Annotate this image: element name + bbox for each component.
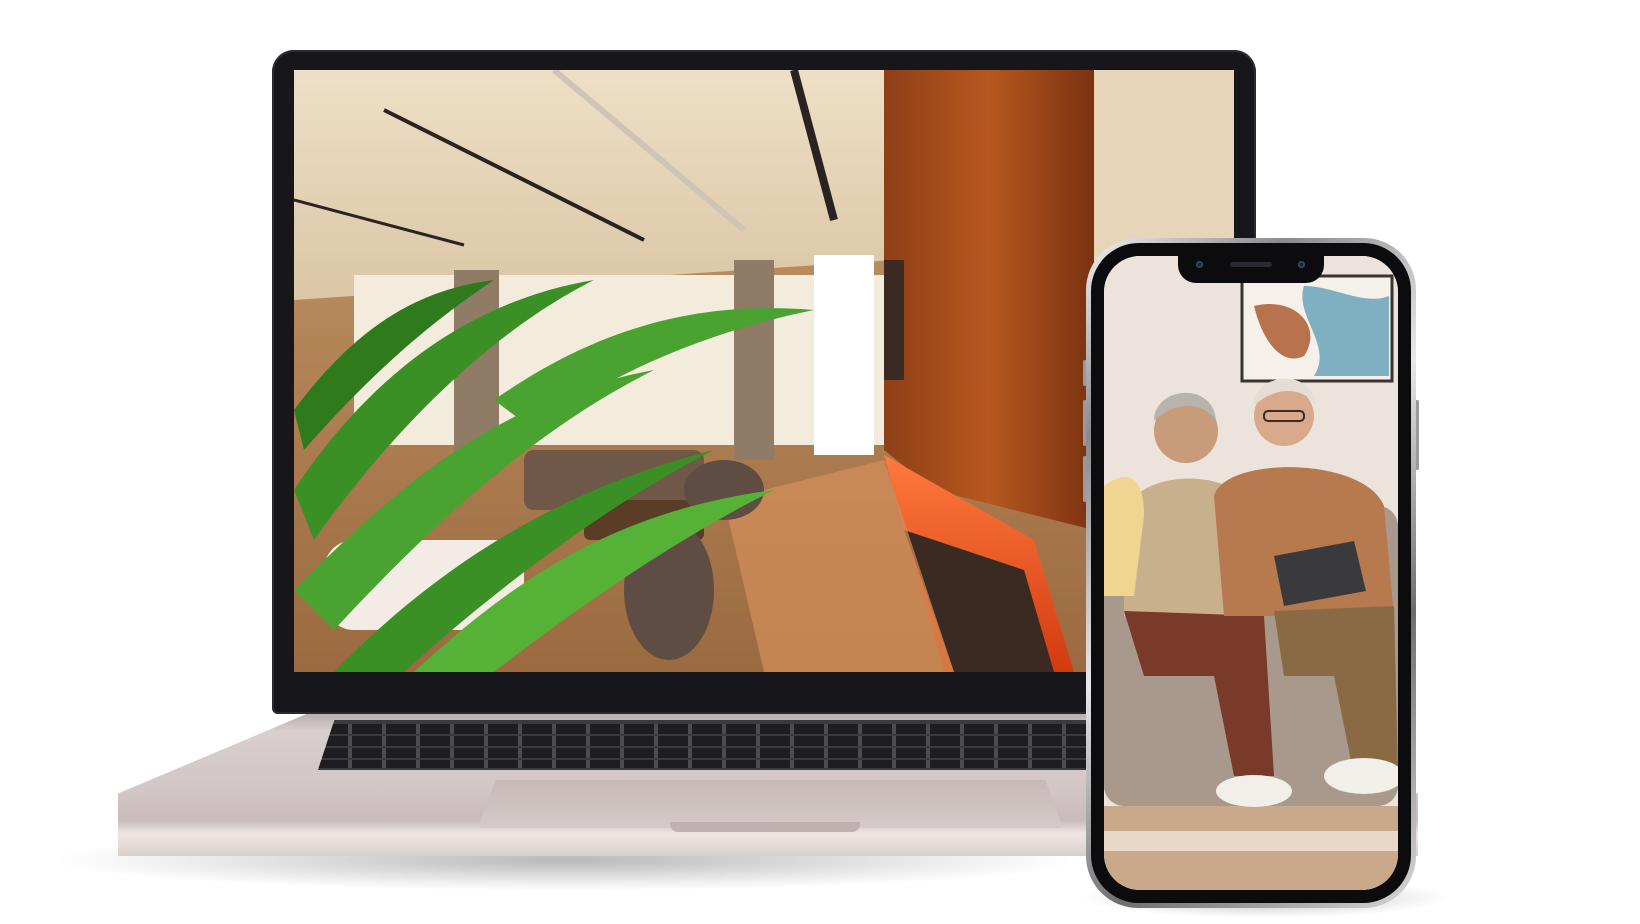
- phone-screen: [1104, 256, 1398, 890]
- keyboard-row: [318, 748, 1138, 758]
- wood-wall: [884, 70, 1094, 530]
- phone-notch: [1178, 255, 1324, 283]
- phone-speaker: [1230, 262, 1272, 267]
- phone-sensor-icon: [1298, 261, 1305, 268]
- curtain: [734, 260, 774, 460]
- couple-photo: [1104, 256, 1398, 890]
- device-mockup-scene: [0, 0, 1640, 924]
- keyboard-row: [318, 736, 1138, 746]
- keyboard-row: [318, 724, 1138, 734]
- laptop-lid-notch: [670, 822, 860, 832]
- laptop-keyboard: [318, 720, 1138, 770]
- laptop-trackpad: [478, 780, 1063, 828]
- woman-shoe: [1216, 775, 1292, 807]
- keyboard-row: [318, 760, 1138, 768]
- rug: [1104, 831, 1398, 851]
- phone-camera-icon: [1196, 261, 1203, 268]
- wall-tv: [884, 260, 904, 380]
- bright-window: [814, 255, 874, 455]
